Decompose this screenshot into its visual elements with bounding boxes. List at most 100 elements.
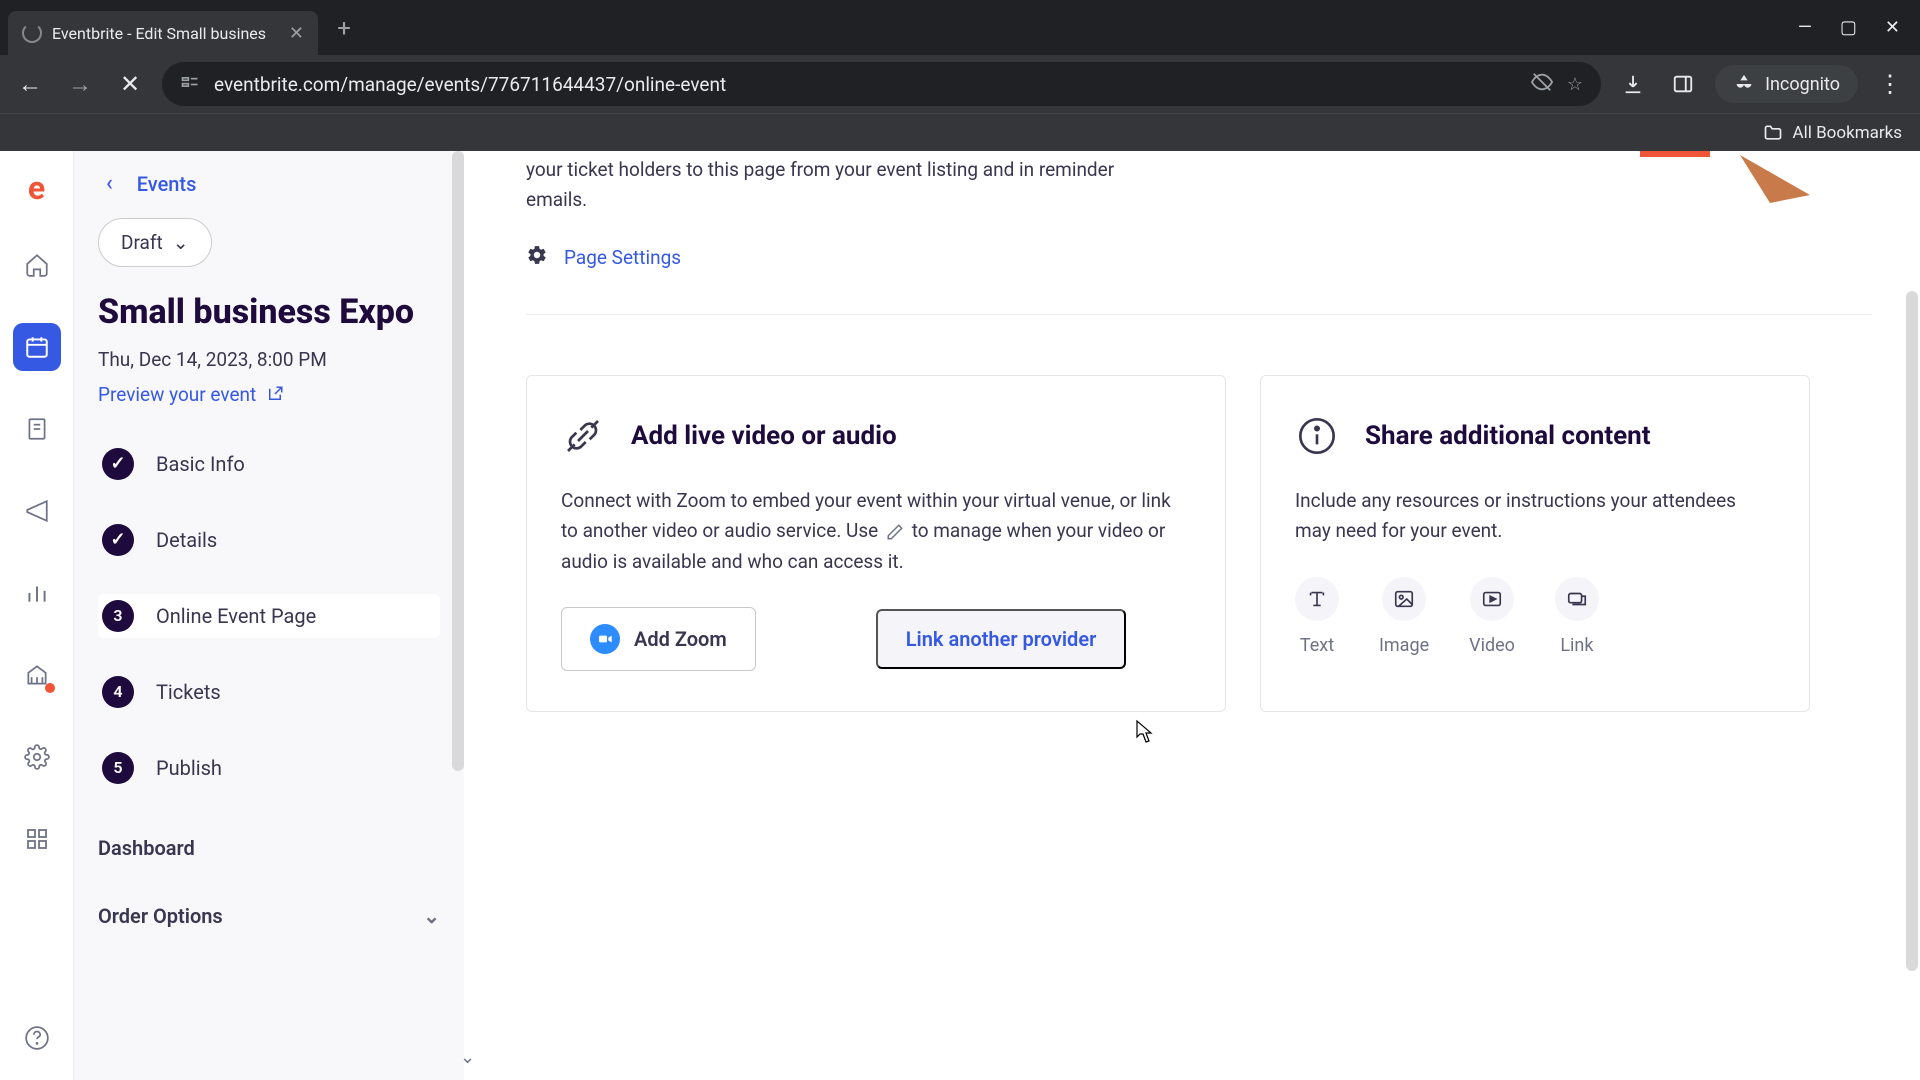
check-icon — [102, 448, 134, 480]
card-title: Share additional content — [1365, 421, 1651, 451]
back-to-events-link[interactable]: ‹ Events — [98, 165, 440, 218]
maximize-icon[interactable]: ▢ — [1840, 17, 1857, 38]
preview-label: Preview your event — [98, 383, 256, 406]
info-icon — [1295, 414, 1339, 458]
step-online-event-page[interactable]: 3 Online Event Page — [98, 594, 440, 638]
add-zoom-button[interactable]: Add Zoom — [561, 607, 756, 671]
loading-spinner-icon — [22, 23, 42, 43]
page-settings-link[interactable]: Page Settings — [564, 246, 681, 269]
step-number-badge: 3 — [102, 600, 134, 632]
page-settings-row: Page Settings — [526, 244, 1872, 272]
incognito-badge[interactable]: Incognito — [1715, 65, 1858, 103]
url-text: eventbrite.com/manage/events/77671164443… — [214, 73, 726, 96]
rail-marketing-icon[interactable] — [13, 487, 61, 535]
content-type-video[interactable]: Video — [1469, 577, 1515, 656]
zoom-icon — [590, 624, 620, 654]
step-publish[interactable]: 5 Publish — [98, 746, 440, 790]
rail-apps-icon[interactable] — [13, 815, 61, 863]
check-icon — [102, 524, 134, 556]
card-description: Include any resources or instructions yo… — [1295, 486, 1775, 547]
content-type-image[interactable]: Image — [1379, 577, 1429, 656]
pencil-icon — [883, 520, 907, 544]
content-type-row: Text Image Video — [1295, 577, 1775, 656]
divider — [526, 314, 1872, 315]
rail-finance-icon[interactable] — [13, 651, 61, 699]
rail-home-icon[interactable] — [13, 241, 61, 289]
content-type-label: Link — [1560, 635, 1593, 656]
order-options-link[interactable]: Order Options ⌄ — [98, 894, 440, 938]
new-tab-button[interactable]: + — [326, 10, 362, 46]
browser-tab[interactable]: Eventbrite - Edit Small busines ✕ — [8, 11, 318, 55]
main-scrollbar[interactable] — [1906, 291, 1918, 971]
content-type-label: Image — [1379, 635, 1429, 656]
close-tab-icon[interactable]: ✕ — [289, 23, 304, 44]
site-settings-icon[interactable] — [180, 72, 200, 97]
step-label: Online Event Page — [156, 604, 316, 628]
minimize-icon[interactable]: ― — [1798, 17, 1812, 38]
rail-reports-icon[interactable] — [13, 569, 61, 617]
eventbrite-logo-icon[interactable]: e — [28, 169, 45, 207]
chevron-left-icon: ‹ — [106, 171, 113, 196]
tab-title: Eventbrite - Edit Small busines — [52, 24, 266, 43]
close-window-icon[interactable]: ✕ — [1885, 17, 1900, 38]
event-sidebar: ‹ Events Draft ⌄ Small business Expo Thu… — [74, 151, 464, 1080]
bookmarks-bar: All Bookmarks — [0, 113, 1920, 151]
preview-event-link[interactable]: Preview your event — [98, 383, 440, 406]
notification-dot-icon — [45, 683, 55, 693]
all-bookmarks-link[interactable]: All Bookmarks — [1793, 123, 1902, 143]
rail-settings-icon[interactable] — [13, 733, 61, 781]
url-bar[interactable]: eventbrite.com/manage/events/77671164443… — [162, 62, 1601, 106]
chevron-down-icon: ⌄ — [423, 904, 440, 928]
step-label: Tickets — [156, 680, 221, 704]
step-label: Basic Info — [156, 452, 245, 476]
content-type-label: Text — [1300, 635, 1334, 656]
status-label: Draft — [121, 231, 163, 254]
sidebar-scrollbar[interactable] — [452, 151, 464, 771]
rail-orders-icon[interactable] — [13, 405, 61, 453]
card-description: Connect with Zoom to embed your event wi… — [561, 486, 1191, 577]
step-details[interactable]: Details — [98, 518, 440, 562]
video-icon — [1470, 577, 1514, 621]
browser-toolbar: ← → ✕ eventbrite.com/manage/events/77671… — [0, 55, 1920, 113]
content-type-label: Video — [1469, 635, 1515, 656]
step-label: Details — [156, 528, 217, 552]
steps-list: Basic Info Details 3 Online Event Page 4… — [98, 442, 440, 790]
image-icon — [1382, 577, 1426, 621]
event-title: Small business Expo — [98, 291, 440, 334]
add-zoom-label: Add Zoom — [634, 627, 727, 651]
link-icon — [1555, 577, 1599, 621]
gear-icon — [526, 244, 548, 272]
stop-reload-button[interactable]: ✕ — [112, 66, 148, 102]
text-icon — [1295, 577, 1339, 621]
intro-text: your ticket holders to this page from yo… — [526, 155, 1146, 216]
back-button[interactable]: ← — [12, 66, 48, 102]
forward-button[interactable]: → — [62, 66, 98, 102]
rail-help-icon[interactable] — [13, 1014, 61, 1062]
downloads-icon[interactable] — [1615, 66, 1651, 102]
step-tickets[interactable]: 4 Tickets — [98, 670, 440, 714]
plug-icon — [561, 414, 605, 458]
back-label: Events — [137, 172, 197, 196]
browser-tab-strip: Eventbrite - Edit Small busines ✕ + ― ▢ … — [0, 0, 1920, 55]
dashboard-link[interactable]: Dashboard — [98, 826, 440, 870]
rail-events-icon[interactable] — [13, 323, 61, 371]
step-basic-info[interactable]: Basic Info — [98, 442, 440, 486]
browser-menu-icon[interactable]: ⋮ — [1872, 66, 1908, 102]
event-date: Thu, Dec 14, 2023, 8:00 PM — [98, 348, 440, 371]
eye-off-icon[interactable] — [1531, 71, 1553, 98]
external-link-icon — [266, 385, 284, 403]
card-title: Add live video or audio — [631, 421, 897, 451]
content-type-text[interactable]: Text — [1295, 577, 1339, 656]
hero-illustration — [1510, 151, 1830, 205]
content-type-link[interactable]: Link — [1555, 577, 1599, 656]
icon-rail: e — [0, 151, 74, 1080]
chevron-down-icon: ⌄ — [460, 1047, 475, 1068]
share-content-card: Share additional content Include any res… — [1260, 375, 1810, 712]
live-video-card: Add live video or audio Connect with Zoo… — [526, 375, 1226, 712]
bookmark-star-icon[interactable]: ☆ — [1567, 74, 1583, 95]
status-dropdown[interactable]: Draft ⌄ — [98, 218, 212, 267]
main-content: your ticket holders to this page from yo… — [464, 151, 1920, 1080]
link-another-provider-button[interactable]: Link another provider — [876, 609, 1127, 669]
step-number-badge: 5 — [102, 752, 134, 784]
sidepanel-icon[interactable] — [1665, 66, 1701, 102]
